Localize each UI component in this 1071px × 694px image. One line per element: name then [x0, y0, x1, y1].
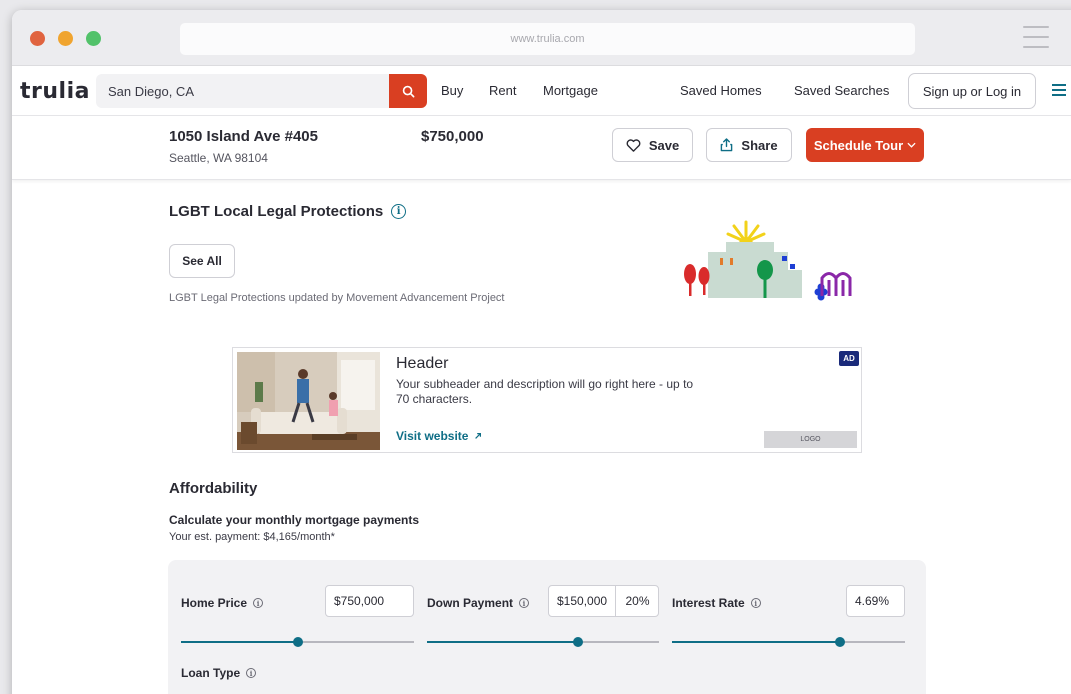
minimize-window-button[interactable] [58, 31, 73, 46]
maximize-window-button[interactable] [86, 31, 101, 46]
affordability-subtitle: Calculate your monthly mortgage payments [169, 513, 420, 527]
share-button[interactable]: Share [706, 128, 792, 162]
affordability-title: Affordability [169, 480, 258, 497]
nav-rent[interactable]: Rent [489, 83, 516, 98]
visit-website-label: Visit website [396, 429, 469, 443]
nav-saved-searches[interactable]: Saved Searches [794, 83, 889, 98]
hamburger-menu-icon[interactable] [1052, 84, 1066, 96]
address-bar[interactable]: www.trulia.com [180, 23, 915, 55]
lgbt-title-text: LGBT Local Legal Protections [169, 203, 384, 220]
home-price-label: Home Price i [181, 596, 264, 610]
slider-thumb[interactable] [572, 637, 583, 647]
listing-price: $750,000 [421, 128, 484, 145]
lgbt-section-title: LGBT Local Legal Protections i [169, 203, 407, 220]
visit-website-link[interactable]: Visit website [396, 429, 482, 443]
loan-type-label: Loan Type i [181, 666, 257, 680]
ad-subheader: Your subheader and description will go r… [396, 377, 694, 406]
estimated-payment: Your est. payment: $4,165/month* [169, 531, 335, 543]
home-price-input[interactable] [325, 585, 414, 617]
close-window-button[interactable] [30, 31, 45, 46]
neighborhood-illustration [684, 220, 852, 301]
browser-menu-icon[interactable] [1023, 26, 1049, 48]
down-payment-percent[interactable]: 20% [615, 585, 659, 617]
slider-thumb[interactable] [292, 637, 303, 647]
down-payment-info-icon[interactable]: i [519, 598, 530, 608]
lgbt-attribution-note: LGBT Legal Protections updated by Moveme… [169, 292, 505, 304]
down-payment-slider[interactable] [427, 637, 659, 647]
chevron-down-icon [907, 142, 916, 148]
slider-thumb[interactable] [834, 637, 845, 647]
save-label: Save [648, 137, 680, 153]
info-icon[interactable]: i [391, 204, 407, 219]
site-header: trulia Buy Rent Mortgage Saved Homes Sav… [12, 66, 1071, 116]
interest-rate-slider[interactable] [672, 637, 905, 647]
schedule-tour-button[interactable]: Schedule Tour [806, 128, 924, 162]
schedule-tour-label: Schedule Tour [813, 137, 904, 153]
see-all-button[interactable]: See All [169, 244, 235, 278]
heart-icon [626, 138, 641, 152]
search-icon [402, 85, 414, 97]
share-label: Share [741, 137, 778, 153]
listing-address: 1050 Island Ave #405 [169, 128, 318, 145]
down-payment-label: Down Payment i [427, 596, 530, 610]
nav-mortgage[interactable]: Mortgage [543, 83, 598, 98]
interest-rate-input[interactable] [846, 585, 905, 617]
home-price-info-icon[interactable]: i [253, 598, 264, 608]
external-link-icon [475, 433, 481, 439]
browser-toolbar: www.trulia.com [12, 10, 1071, 66]
nav-buy[interactable]: Buy [441, 83, 463, 98]
location-search-input[interactable] [96, 74, 390, 108]
save-button[interactable]: Save [612, 128, 693, 162]
loan-type-info-icon[interactable]: i [246, 668, 257, 678]
share-icon [721, 138, 733, 152]
listing-city: Seattle, WA 98104 [169, 151, 268, 165]
home-price-slider[interactable] [181, 637, 414, 647]
ad-logo-placeholder: LOGO [764, 431, 857, 448]
advertisement-card[interactable]: Header Your subheader and description wi… [232, 347, 862, 453]
search-button[interactable] [389, 74, 427, 108]
ad-badge: AD [839, 351, 859, 366]
nav-saved-homes[interactable]: Saved Homes [680, 83, 762, 98]
interest-rate-label: Interest Rate i [672, 596, 761, 610]
listing-summary-bar: 1050 Island Ave #405 Seattle, WA 98104 $… [12, 116, 1071, 180]
interest-rate-info-icon[interactable]: i [750, 598, 761, 608]
trulia-logo[interactable]: trulia [20, 79, 90, 104]
ad-image [237, 352, 380, 450]
ad-header: Header [396, 355, 449, 372]
sign-up-login-button[interactable]: Sign up or Log in [908, 73, 1036, 109]
mortgage-calculator: Home Price i Down Payment i 20% Interest… [168, 560, 926, 694]
browser-window: www.trulia.com trulia Buy Rent Mortgage … [12, 10, 1071, 694]
